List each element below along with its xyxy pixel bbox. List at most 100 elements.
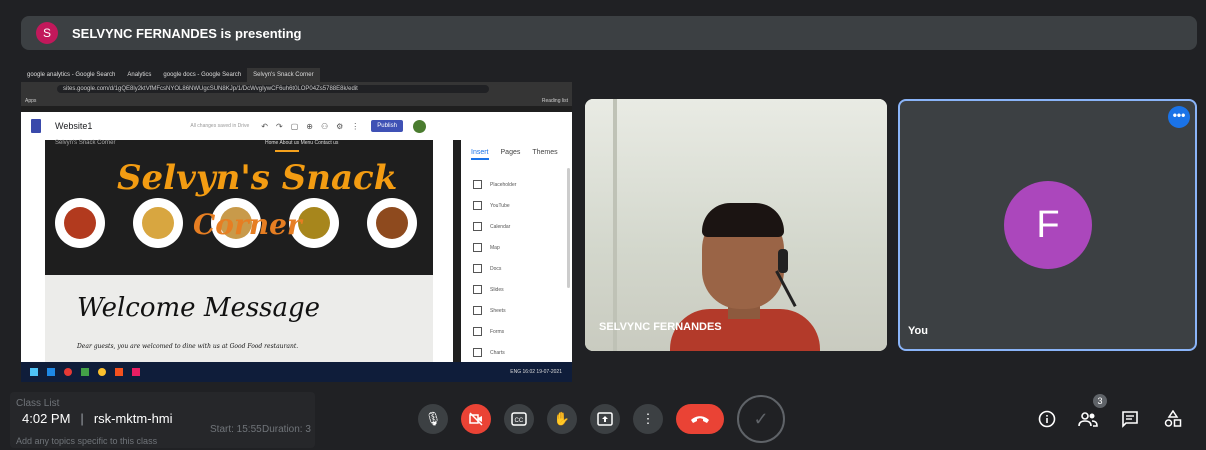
site-nav-brand: Selvyn's Snack Corner [55, 140, 116, 146]
site-title-line2: Corner [193, 208, 302, 241]
taskbar-app-icon [64, 368, 72, 376]
people-icon [1078, 412, 1098, 427]
people-button[interactable] [1078, 409, 1098, 429]
browser-tab-active: Selvyn's Snack Corner [247, 68, 320, 82]
present-screen-icon [597, 412, 613, 426]
svg-text:CC: CC [515, 418, 524, 424]
present-button[interactable] [590, 404, 620, 434]
info-icon [1038, 410, 1056, 428]
meeting-details-button[interactable] [1037, 409, 1057, 429]
panel-item: Docs [461, 258, 572, 279]
people-count-badge: 3 [1093, 394, 1107, 408]
ghost-duration: Duration: 3 [262, 424, 311, 435]
more-vert-icon: ⋮ [641, 411, 655, 426]
more-options-button[interactable]: ⋮ [633, 404, 663, 434]
ghost-start: Start: 15:55 [210, 424, 262, 435]
headset-icon [778, 249, 788, 273]
panel-scrollbar [567, 168, 570, 288]
youtube-icon [473, 201, 482, 210]
sites-logo-icon [31, 119, 41, 133]
meeting-time: 4:02 PM [22, 411, 71, 426]
sheets-icon [473, 306, 482, 315]
hang-up-icon [691, 416, 709, 423]
site-canvas: Selvyn's Snack Corner Home About us Menu… [21, 140, 453, 362]
food-plate-image [55, 198, 105, 248]
publish-button: Publish [371, 120, 403, 132]
participant-name: You [908, 325, 928, 337]
microphone-icon: 🎙 [424, 411, 442, 426]
panel-tab-insert: Insert [471, 149, 489, 160]
checkmark-icon: ✓ [753, 408, 769, 429]
food-plate-image [133, 198, 183, 248]
windows-start-icon [30, 368, 38, 376]
panel-item: YouTube [461, 195, 572, 216]
participant-name: SELVYNC FERNANDES [599, 321, 722, 333]
chat-button[interactable] [1120, 409, 1140, 429]
ghost-topic: Add any topics specific to this class [16, 436, 158, 446]
bookmark-apps: Apps [25, 98, 37, 104]
browser-url: sites.google.com/d/1gQE8ly2ktVfMFcsNYOL8… [57, 85, 489, 93]
participant-tile-self[interactable]: ••• F You [898, 99, 1197, 351]
chrome-icon [98, 368, 106, 376]
site-nav-links: Home About us Menu Contact us [265, 140, 339, 146]
sites-insert-panel: Insert Pages Themes Placeholder YouTube … [461, 140, 572, 362]
forms-icon [473, 327, 482, 336]
calendar-icon [473, 222, 482, 231]
activities-button[interactable] [1163, 409, 1183, 429]
browser-tab: google docs - Google Search [163, 72, 242, 78]
call-controls: 🎙 CC ✋ ⋮ ✓ [418, 395, 798, 443]
panel-item: Charts [461, 342, 572, 363]
browser-tab: google analytics - Google Search [27, 72, 116, 78]
camera-off-icon [469, 412, 483, 426]
sites-saved-status: All changes saved in Drive [190, 123, 250, 129]
presenting-text: SELVYNC FERNANDES is presenting [72, 25, 302, 41]
ghost-class-list: Class List [16, 398, 60, 409]
panel-item: Sheets [461, 300, 572, 321]
food-plate-image [367, 198, 417, 248]
checkmark-button[interactable]: ✓ [737, 395, 785, 443]
taskbar-app-icon [81, 368, 89, 376]
captions-icon: CC [511, 412, 527, 426]
leave-call-button[interactable] [676, 404, 724, 434]
charts-icon [473, 348, 482, 357]
raise-hand-button[interactable]: ✋ [547, 404, 577, 434]
taskbar-app-icon [47, 368, 55, 376]
sites-account-avatar [412, 119, 426, 133]
hand-icon: ✋ [553, 411, 571, 426]
meeting-code: rsk-mktm-hmi [93, 411, 173, 426]
site-welcome-section: Welcome Message Dear guests, you are wel… [45, 275, 433, 362]
bookmark-reading-list: Reading list [541, 98, 568, 104]
chat-icon [1122, 411, 1138, 428]
presenting-banner: S SELVYNC FERNANDES is presenting [21, 16, 1197, 50]
browser-tab-strip: google analytics - Google Search Analyti… [21, 68, 572, 82]
windows-taskbar: ENG 16:02 19-07-2021 [21, 362, 572, 382]
more-options-icon[interactable]: ••• [1168, 106, 1190, 128]
browser-address-bar: sites.google.com/d/1gQE8ly2ktVfMFcsNYOL8… [21, 82, 572, 96]
panel-item: Slides [461, 279, 572, 300]
taskbar-app-icon [132, 368, 140, 376]
presenter-avatar: S [36, 22, 58, 44]
browser-tab: Analytics [127, 72, 152, 78]
captions-button[interactable]: CC [504, 404, 534, 434]
self-avatar: F [1004, 181, 1092, 269]
site-nav-underline [275, 150, 299, 152]
bookmarks-bar: Apps Reading list [21, 96, 572, 106]
activities-icon [1164, 410, 1182, 427]
placeholder-icon [473, 180, 482, 189]
shared-screen[interactable]: google analytics - Google Search Analyti… [21, 68, 572, 382]
camera-off-button[interactable] [461, 404, 491, 434]
participant-tile-presenter[interactable]: SELVYNC FERNANDES [585, 99, 887, 351]
map-icon [473, 243, 482, 252]
site-hero: Selvyn's Snack Corner Home About us Menu… [45, 140, 433, 275]
sites-toolbar: Website1 All changes saved in Drive ↶↷▢⊕… [21, 112, 572, 140]
panel-item: Calendar [461, 216, 572, 237]
slides-icon [473, 285, 482, 294]
panel-item: Placeholder [461, 174, 572, 195]
docs-icon [473, 264, 482, 273]
panel-tab-themes: Themes [532, 149, 558, 156]
site-title-line1: Selvyn's Snack [117, 158, 398, 198]
taskbar-clock: ENG 16:02 19-07-2021 [510, 369, 562, 375]
meeting-info: 4:02 PM | rsk-mktm-hmi [22, 411, 173, 426]
panel-item: Forms [461, 321, 572, 342]
microphone-button[interactable]: 🎙 [418, 404, 448, 434]
